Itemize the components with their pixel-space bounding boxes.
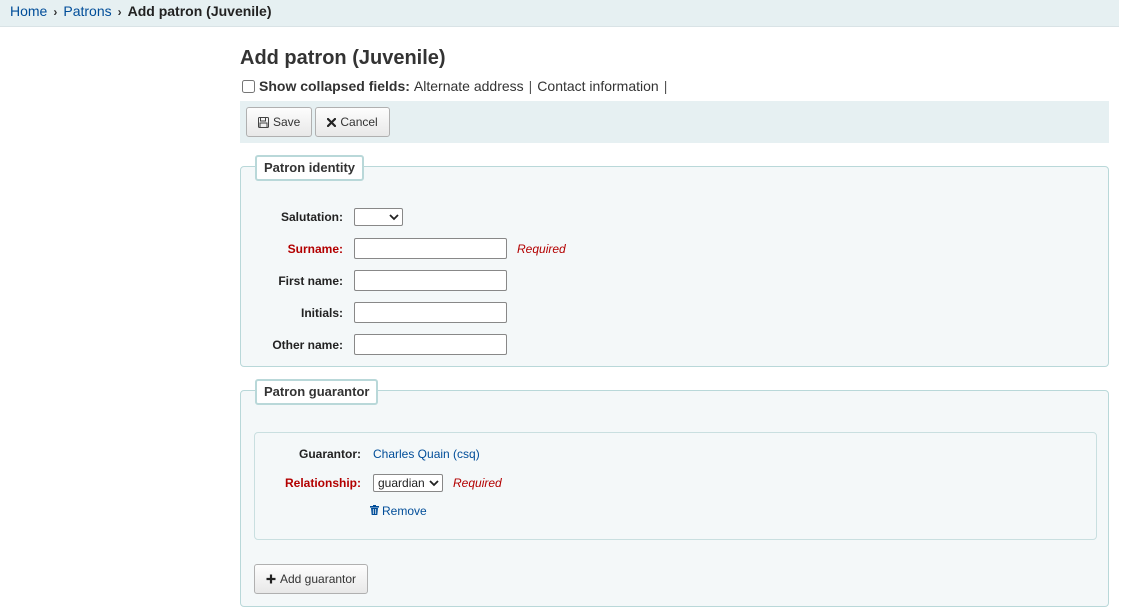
guarantor-label: Guarantor: (298, 447, 361, 461)
page-title: Add patron (Juvenile) (240, 47, 446, 69)
relationship-label: Relationship: (284, 476, 361, 490)
othername-row: Other name: (241, 334, 507, 355)
x-mark-icon (327, 117, 337, 127)
relationship-select[interactable]: guardian (373, 474, 443, 492)
guarantor-row: Guarantor: Charles Quain (csq) (255, 447, 480, 461)
save-button-label: Save (273, 115, 301, 129)
initials-row: Initials: (241, 302, 507, 323)
add-guarantor-label: Add guarantor (280, 572, 357, 586)
relationship-selected-value: guardian (378, 476, 425, 490)
show-collapsed-fields-checkbox[interactable] (242, 79, 255, 93)
salutation-row: Salutation: (241, 208, 403, 226)
collapsed-separator: | (663, 78, 668, 94)
firstname-row: First name: (241, 270, 507, 291)
surname-input[interactable] (354, 238, 507, 259)
cancel-button[interactable]: Cancel (315, 107, 390, 137)
guarantor-entry: Guarantor: Charles Quain (csq) Relations… (254, 432, 1097, 540)
patron-guarantor-fieldset: Patron guarantor Guarantor: Charles Quai… (240, 379, 1109, 607)
collapsed-separator: | (528, 78, 533, 94)
othername-input[interactable] (354, 334, 507, 355)
initials-label: Initials: (300, 305, 343, 320)
form-toolbar: Save Cancel (240, 101, 1109, 143)
surname-row: Surname: Required (241, 238, 566, 259)
chevron-down-icon (389, 210, 399, 224)
initials-input[interactable] (354, 302, 507, 323)
trash-icon (370, 504, 379, 518)
show-collapsed-fields-row: Show collapsed fields: Alternate address… (241, 78, 672, 94)
show-collapsed-fields-label[interactable]: Show collapsed fields: (259, 78, 410, 94)
remove-guarantor-label: Remove (382, 504, 427, 518)
add-guarantor-button[interactable]: Add guarantor (254, 564, 369, 594)
relationship-row: Relationship: guardian Required (255, 474, 502, 492)
firstname-input[interactable] (354, 270, 507, 291)
save-button[interactable]: Save (246, 107, 313, 137)
patron-identity-legend: Patron identity (255, 155, 365, 181)
patron-guarantor-legend: Patron guarantor (255, 379, 379, 405)
othername-label: Other name: (272, 337, 343, 352)
breadcrumb-current: Add patron (Juvenile) (127, 3, 272, 19)
relationship-required-note: Required (453, 476, 502, 490)
cancel-button-label: Cancel (340, 115, 378, 129)
chevron-right-icon: › (53, 5, 58, 19)
salutation-select[interactable] (354, 208, 403, 226)
breadcrumb-patrons-link[interactable]: Patrons (63, 3, 111, 19)
remove-guarantor-link[interactable]: Remove (370, 504, 427, 518)
surname-required-note: Required (517, 241, 566, 256)
chevron-right-icon: › (117, 5, 122, 19)
plus-icon (266, 574, 276, 584)
surname-label: Surname: (287, 241, 343, 256)
collapsed-link-alternate-address[interactable]: Alternate address (414, 78, 524, 94)
guarantor-name-link[interactable]: Charles Quain (csq) (373, 447, 480, 461)
firstname-label: First name: (278, 273, 343, 288)
salutation-label: Salutation: (281, 210, 343, 224)
breadcrumb-home-link[interactable]: Home (10, 3, 47, 19)
collapsed-link-contact-information[interactable]: Contact information (537, 78, 658, 94)
patron-identity-fieldset: Patron identity Salutation: Surname: Req… (240, 155, 1109, 367)
floppy-disk-icon (258, 116, 269, 128)
chevron-down-icon (429, 476, 439, 490)
breadcrumb: Home › Patrons › Add patron (Juvenile) (0, 0, 1119, 27)
